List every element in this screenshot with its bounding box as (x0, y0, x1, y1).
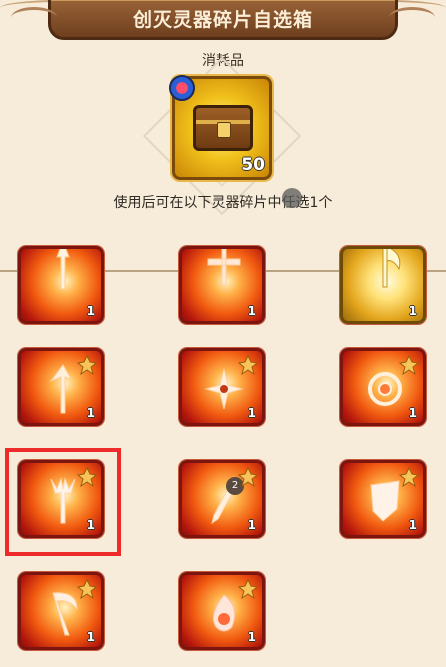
spear-icon (43, 249, 83, 291)
option-count: 1 (247, 406, 256, 420)
axe-icon (365, 249, 405, 291)
option-count: 1 (247, 518, 256, 532)
title-banner: 创灭灵器碎片自选箱 (11, 0, 435, 40)
option-tile-shuriken[interactable]: 1 (179, 348, 265, 426)
treasure-chest-icon (193, 105, 253, 151)
crossbow-icon (204, 249, 244, 291)
fragment-icon (76, 578, 98, 600)
element-badge-icon (169, 75, 195, 101)
option-tile-halberd[interactable]: 1 (18, 348, 104, 426)
option-tile-scythe[interactable]: 1 (18, 572, 104, 650)
item-description: 使用后可在以下灵器碎片中任选1个 (113, 195, 333, 211)
option-tile-flame-orb[interactable]: 1 (179, 572, 265, 650)
page-title: 创灭灵器碎片自选箱 (132, 9, 313, 31)
option-tile-shield[interactable]: 1 (340, 460, 426, 538)
item-count: 50 (241, 155, 265, 175)
option-count: 1 (86, 630, 95, 644)
option-tile-lance[interactable]: 2 1 (179, 460, 265, 538)
option-tile-spear[interactable]: 1 (18, 246, 104, 324)
fragment-icon (76, 354, 98, 376)
option-tile-golden-axe[interactable]: 1 (340, 246, 426, 324)
option-count: 1 (408, 518, 417, 532)
touch-cursor-indicator (282, 188, 302, 208)
fragment-icon (237, 466, 259, 488)
selection-highlight (5, 448, 121, 556)
option-tile-crossbow[interactable]: 1 (179, 246, 265, 324)
option-tile-ring-blade[interactable]: 1 (340, 348, 426, 426)
option-count: 1 (247, 304, 256, 318)
option-count: 1 (247, 630, 256, 644)
option-count: 1 (408, 304, 417, 318)
chest-item-card[interactable]: 50 (169, 75, 272, 180)
fragment-icon (398, 354, 420, 376)
fragment-icon (398, 466, 420, 488)
fragment-icon (237, 578, 259, 600)
option-count: 1 (86, 304, 95, 318)
option-count: 1 (86, 406, 95, 420)
fragment-icon (237, 354, 259, 376)
option-count: 1 (408, 406, 417, 420)
lock-icon (217, 122, 231, 138)
